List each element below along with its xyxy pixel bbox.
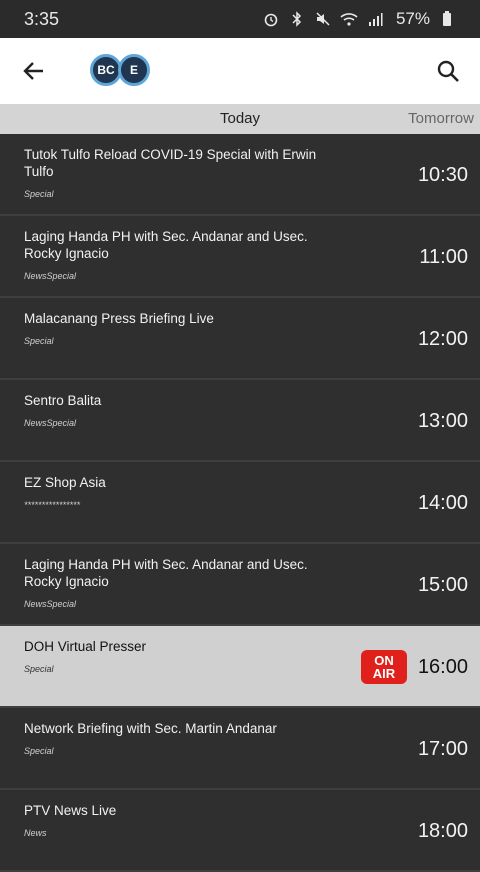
program-title: Laging Handa PH with Sec. Andanar and Us… [24, 229, 308, 261]
tab-tomorrow[interactable]: Tomorrow [408, 110, 474, 127]
logo-letter-e: E [118, 54, 150, 86]
program-category: Special [24, 664, 54, 674]
program-row[interactable]: Network Briefing with Sec. Martin Andana… [0, 708, 480, 790]
program-category: News [24, 828, 47, 838]
status-bar: 3:35 57% [0, 0, 480, 38]
alarm-icon [262, 10, 280, 28]
tab-today[interactable]: Today [220, 110, 260, 127]
program-category: NewsSpecial [24, 599, 77, 609]
back-button[interactable] [16, 53, 52, 89]
program-title: EZ Shop Asia [24, 475, 106, 490]
program-time: 10:30 [417, 164, 468, 186]
search-button[interactable] [430, 53, 466, 89]
program-title: Malacanang Press Briefing Live [24, 311, 214, 326]
program-row[interactable]: Sentro Balita NewsSpecial 13:00 [0, 380, 480, 462]
channel-logo: BC E [90, 54, 150, 88]
program-title: Tutok Tulfo Reload COVID-19 Special with… [24, 147, 317, 179]
bluetooth-icon [288, 10, 306, 28]
program-time: 16:00 [417, 656, 468, 678]
mute-icon [314, 10, 332, 28]
program-row[interactable]: Malacanang Press Briefing Live Special 1… [0, 298, 480, 380]
program-row[interactable]: EZ Shop Asia **************** 14:00 [0, 462, 480, 544]
program-category: NewsSpecial [24, 418, 77, 428]
program-list: Tutok Tulfo Reload COVID-19 Special with… [0, 134, 480, 872]
program-category: **************** [24, 500, 81, 510]
program-time: 14:00 [417, 492, 468, 514]
program-title: Network Briefing with Sec. Martin Andana… [24, 721, 277, 736]
battery-icon [438, 10, 456, 28]
program-category: Special [24, 336, 54, 346]
program-row[interactable]: Laging Handa PH with Sec. Andanar and Us… [0, 216, 480, 298]
program-title: Laging Handa PH with Sec. Andanar and Us… [24, 557, 308, 589]
battery-level: 57% [395, 9, 430, 28]
on-air-badge-line2: AIR [372, 666, 396, 681]
search-icon [437, 60, 459, 82]
program-category: Special [24, 189, 54, 199]
program-title: DOH Virtual Presser [24, 639, 147, 654]
signal-icon [366, 10, 384, 28]
program-time: 15:00 [417, 574, 468, 596]
wifi-icon [340, 10, 358, 28]
program-row[interactable]: PTV News Live News 18:00 [0, 790, 480, 872]
program-time: 13:00 [417, 410, 468, 432]
program-time: 11:00 [419, 246, 468, 268]
program-time: 12:00 [417, 328, 468, 350]
program-row-on-air[interactable]: DOH Virtual Presser Special ON AIR 16:00 [0, 626, 480, 708]
on-air-badge: ON AIR [361, 650, 407, 684]
status-time: 3:35 [24, 8, 60, 29]
status-icons: 57% [262, 9, 456, 29]
program-category: Special [24, 746, 54, 756]
program-title: Sentro Balita [24, 393, 102, 408]
program-time: 18:00 [417, 820, 468, 842]
day-tabs: Today Tomorrow [0, 104, 480, 134]
program-row[interactable]: Tutok Tulfo Reload COVID-19 Special with… [0, 134, 480, 216]
program-row[interactable]: Laging Handa PH with Sec. Andanar and Us… [0, 544, 480, 626]
app-bar: BC E [0, 38, 480, 104]
program-title: PTV News Live [24, 803, 117, 818]
program-time: 17:00 [417, 738, 468, 760]
program-category: NewsSpecial [24, 271, 77, 281]
arrow-left-icon [23, 62, 43, 80]
